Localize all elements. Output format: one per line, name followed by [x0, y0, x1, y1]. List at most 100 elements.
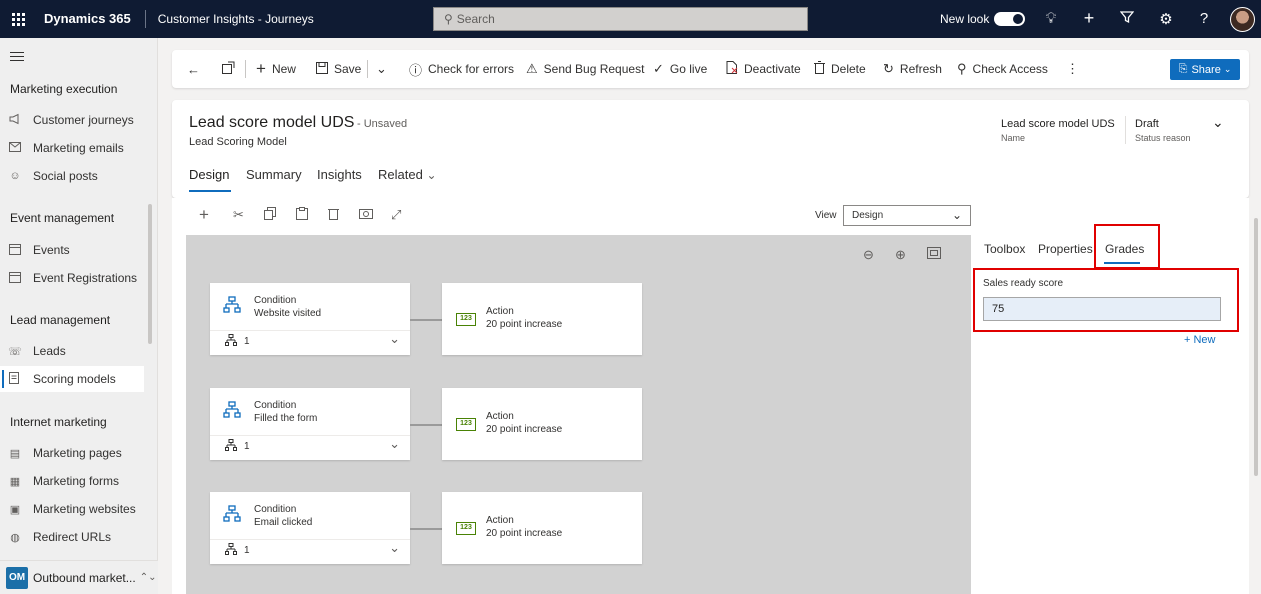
- delete-label: Delete: [831, 62, 866, 76]
- sidebar-item-label: Customer journeys: [33, 113, 134, 127]
- help-icon[interactable]: ?: [1195, 10, 1213, 27]
- scoring-icon: [8, 371, 22, 387]
- group-event-management: Event management: [10, 211, 115, 225]
- chevron-down-icon[interactable]: ⌄: [389, 436, 400, 452]
- condition-branch-icon: [223, 401, 241, 424]
- expand-header-chevron-icon[interactable]: ⌄: [1212, 114, 1224, 131]
- lightbulb-icon[interactable]: 💡︎: [1042, 10, 1060, 27]
- divider: [1125, 116, 1126, 144]
- name-field-value: Lead score model UDS: [1001, 118, 1115, 130]
- filter-icon[interactable]: [1118, 10, 1136, 28]
- record-header: Lead score model UDS - Unsaved Lead Scor…: [172, 100, 1249, 198]
- area-label: Outbound market...: [33, 570, 136, 585]
- sidebar-item-label: Event Registrations: [33, 271, 138, 285]
- condition-branch-icon: [223, 296, 241, 319]
- condition-tile[interactable]: Condition Email clicked 1 ⌄: [210, 492, 410, 564]
- group-marketing-execution: Marketing execution: [10, 82, 118, 96]
- hamburger-menu-icon[interactable]: [10, 52, 24, 64]
- share-button[interactable]: ⎘ Share ⌄: [1170, 59, 1240, 80]
- tab-toolbox[interactable]: Toolbox: [984, 242, 1025, 256]
- copy-icon[interactable]: [264, 207, 276, 223]
- expand-icon[interactable]: ⤢: [391, 207, 401, 223]
- action-tile[interactable]: 123 Action 20 point increase: [442, 283, 642, 355]
- sidebar-item-social-posts[interactable]: ☺ Social posts: [0, 163, 144, 189]
- screenshot-icon[interactable]: [359, 207, 373, 222]
- sidebar-item-event-registrations[interactable]: Event Registrations: [0, 265, 144, 291]
- settings-gear-icon[interactable]: ⚙: [1157, 10, 1175, 28]
- tab-design[interactable]: Design: [189, 167, 229, 182]
- delete-tile-icon[interactable]: [328, 207, 339, 223]
- active-tab-indicator: [189, 190, 231, 192]
- chevron-down-icon: ⌄: [1223, 64, 1232, 74]
- designer-area: + ✂ ⤢ View Design ⌄ ⊖ ⊕ Condition Websit…: [172, 198, 1249, 594]
- connector-line: [410, 319, 442, 321]
- check-circle-icon: ✓: [653, 61, 664, 76]
- deactivate-button[interactable]: Deactivate: [726, 50, 801, 88]
- record-entity-name: Lead Scoring Model: [189, 136, 287, 148]
- send-bug-request-button[interactable]: ⚠ Send Bug Request: [526, 50, 644, 88]
- user-avatar[interactable]: [1230, 7, 1255, 32]
- back-button[interactable]: ←: [187, 50, 206, 88]
- tab-insights[interactable]: Insights: [317, 167, 362, 182]
- sidebar-item-label: Leads: [33, 344, 66, 358]
- save-button[interactable]: Save: [316, 50, 361, 88]
- sidebar-item-scoring-models[interactable]: Scoring models: [0, 366, 144, 392]
- go-live-button[interactable]: ✓ Go live: [653, 50, 707, 88]
- sidebar-item-marketing-emails[interactable]: Marketing emails: [0, 135, 144, 161]
- sidebar-item-label: Scoring models: [33, 372, 116, 386]
- condition-tile[interactable]: Condition Filled the form 1 ⌄: [210, 388, 410, 460]
- paste-icon[interactable]: [296, 207, 308, 223]
- sidebar-item-events[interactable]: Events: [0, 237, 144, 263]
- chevron-down-icon[interactable]: ⌄: [389, 540, 400, 556]
- chevron-down-icon[interactable]: ⌄: [389, 331, 400, 347]
- fit-to-screen-icon[interactable]: [927, 247, 941, 262]
- chevron-down-icon: ⌄: [376, 61, 387, 76]
- chevron-down-icon: ⌄: [951, 208, 962, 222]
- tab-summary[interactable]: Summary: [246, 167, 302, 182]
- sidebar-scrollbar[interactable]: [148, 204, 152, 344]
- cut-icon[interactable]: ✂: [233, 207, 244, 223]
- area-switcher[interactable]: OM Outbound market... ⌃⌄: [0, 560, 158, 594]
- open-new-window-button[interactable]: [222, 50, 241, 88]
- sidebar-item-marketing-forms[interactable]: ▦ Marketing forms: [0, 468, 144, 494]
- sidebar-item-customer-journeys[interactable]: Customer journeys: [0, 107, 144, 133]
- app-name[interactable]: Customer Insights - Journeys: [158, 12, 314, 26]
- delete-button[interactable]: Delete: [814, 50, 866, 88]
- sidebar-item-leads[interactable]: ☏ Leads: [0, 338, 144, 364]
- plus-icon[interactable]: +: [1080, 8, 1098, 29]
- calendar-icon: [8, 271, 22, 286]
- branch-icon: [225, 439, 237, 454]
- sidebar-item-marketing-pages[interactable]: ▤ Marketing pages: [0, 440, 144, 466]
- add-icon[interactable]: +: [199, 205, 209, 225]
- go-live-label: Go live: [669, 62, 708, 76]
- globe-icon: ◍: [10, 531, 20, 544]
- sidebar-item-marketing-websites[interactable]: ▣ Marketing websites: [0, 496, 144, 522]
- area-badge: OM: [6, 566, 28, 589]
- tab-related[interactable]: Related ⌄: [378, 167, 437, 182]
- sidebar-item-redirect-urls[interactable]: ◍ Redirect URLs: [0, 524, 144, 550]
- refresh-button[interactable]: ↻ Refresh: [883, 50, 942, 88]
- more-commands-button[interactable]: ⋮: [1066, 50, 1085, 88]
- view-select[interactable]: Design ⌄: [843, 205, 971, 226]
- new-button[interactable]: + New: [256, 50, 296, 88]
- zoom-in-icon[interactable]: ⊕: [895, 247, 906, 263]
- website-icon: ▣: [9, 503, 21, 516]
- tab-properties[interactable]: Properties: [1038, 242, 1093, 256]
- divider: [210, 435, 410, 436]
- page-scrollbar[interactable]: [1254, 218, 1258, 476]
- tile-type: Condition: [254, 295, 297, 306]
- zoom-out-icon[interactable]: ⊖: [863, 247, 874, 263]
- action-tile[interactable]: 123 Action 20 point increase: [442, 388, 642, 460]
- search-box[interactable]: ⚲ Search: [433, 7, 808, 31]
- add-new-grade-button[interactable]: + New: [1184, 334, 1216, 346]
- app-launcher-button[interactable]: [0, 0, 36, 38]
- save-icon: [316, 61, 328, 77]
- brand-name[interactable]: Dynamics 365: [44, 10, 146, 28]
- check-for-errors-button[interactable]: ⓘ Check for errors: [409, 50, 514, 88]
- new-look-toggle[interactable]: [994, 12, 1025, 26]
- save-options-dropdown[interactable]: ⌄: [376, 50, 393, 88]
- action-tile[interactable]: 123 Action 20 point increase: [442, 492, 642, 564]
- condition-tile[interactable]: Condition Website visited 1 ⌄: [210, 283, 410, 355]
- designer-canvas[interactable]: ⊖ ⊕ Condition Website visited 1 ⌄ 123 Ac…: [186, 235, 971, 594]
- check-access-button[interactable]: ⚲ Check Access: [957, 50, 1048, 88]
